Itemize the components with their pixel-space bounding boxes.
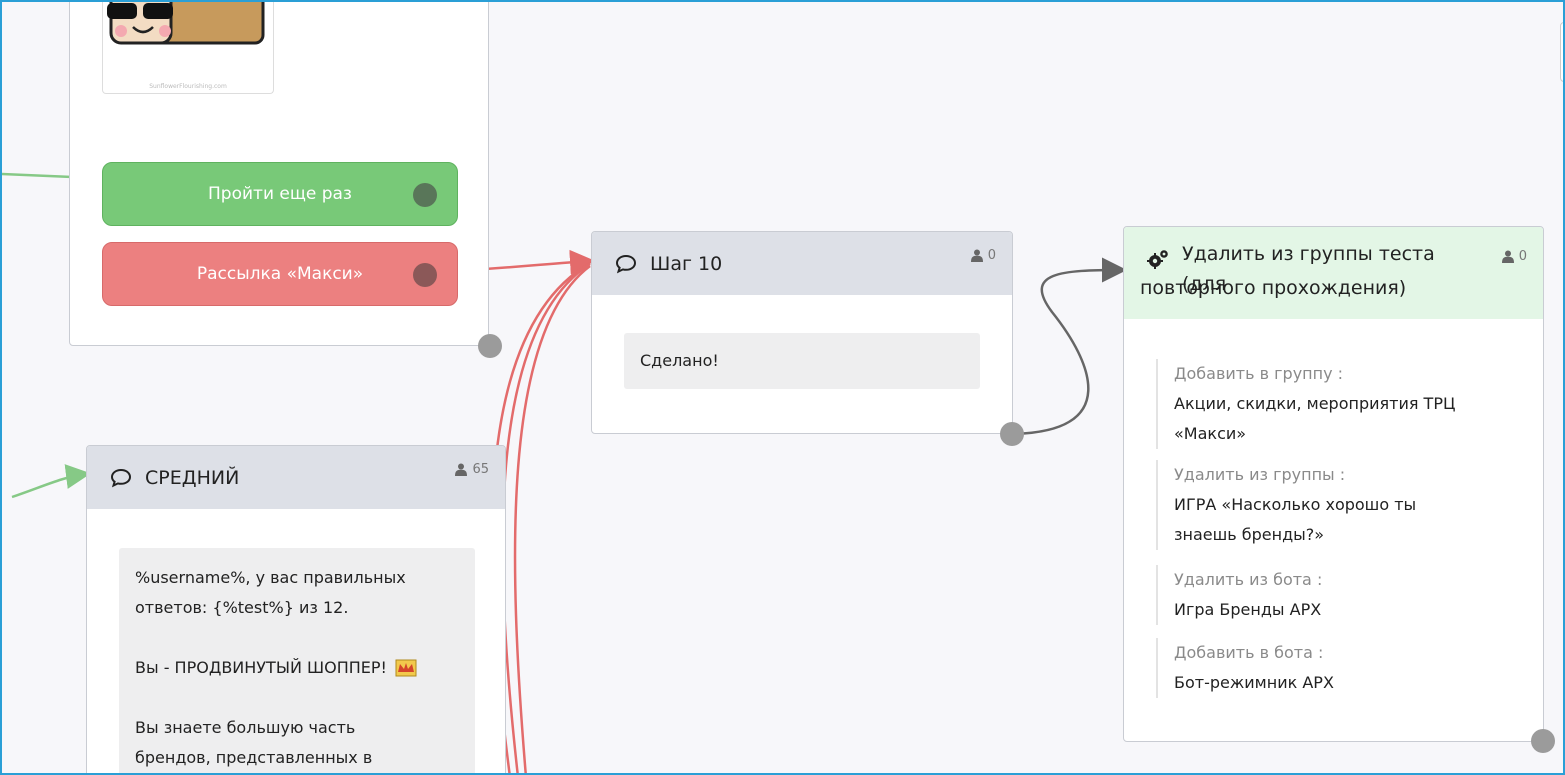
speech-bubble-icon [110, 468, 132, 487]
node-action[interactable]: Удалить из группы теста (для повторного … [1123, 226, 1544, 742]
node-step10-count: 0 [987, 248, 996, 263]
action-label: Удалить из бота : [1174, 570, 1323, 589]
link-red-b [501, 262, 591, 773]
action-label: Удалить из группы : [1174, 465, 1346, 484]
node-medium-title: СРЕДНИЙ [145, 466, 240, 489]
node-action-output-port[interactable] [1531, 729, 1555, 753]
mailing-maxi-button[interactable]: Рассылка «Макси» [102, 242, 458, 306]
node-medium[interactable]: СРЕДНИЙ 65 %username%, у вас правильных … [86, 445, 506, 773]
node-image: SunflowerFlourishing.com [102, 2, 274, 94]
action-label: Добавить в бота : [1174, 643, 1324, 662]
message-line: брендов, представленных в [135, 748, 373, 767]
message-line [135, 683, 459, 713]
action-value: Акции, скидки, мероприятия ТРЦ [1174, 394, 1456, 413]
message-line: Вы знаете большую часть [135, 718, 356, 737]
action-add-to-bot: Добавить в бота : Бот-режимник АРХ [1156, 638, 1516, 698]
action-value: Игра Бренды АРХ [1174, 600, 1322, 619]
flow-canvas[interactable]: SunflowerFlourishing.com Пройти еще раз … [0, 0, 1565, 775]
action-label: Добавить в группу : [1174, 364, 1344, 383]
action-value: Бот-режимник АРХ [1174, 673, 1334, 692]
action-value: «Макси» [1174, 424, 1247, 443]
message-line: %username%, у вас правильных [135, 568, 406, 587]
node-medium-counter: 65 [455, 462, 489, 477]
node-buttons[interactable]: SunflowerFlourishing.com Пройти еще раз … [69, 2, 489, 346]
action-value: знаешь бренды?» [1174, 525, 1325, 544]
node-medium-header[interactable]: СРЕДНИЙ [87, 446, 505, 509]
user-icon [455, 463, 468, 476]
message-line-with-emoji: Вы - ПРОДВИНУТЫЙ ШОППЕР! [135, 653, 459, 683]
node-action-counter: 0 [1501, 249, 1527, 264]
action-add-to-group: Добавить в группу : Акции, скидки, мероп… [1156, 359, 1516, 449]
node-step10-output-port[interactable] [1000, 422, 1024, 446]
link-step10-to-action [1011, 257, 1127, 436]
svg-text:SunflowerFlourishing.com: SunflowerFlourishing.com [149, 83, 227, 90]
crown-emoji [395, 659, 417, 677]
retry-button-label: Пройти еще раз [208, 184, 352, 204]
node-step10-title: Шаг 10 [650, 252, 723, 275]
node-step10-header[interactable]: Шаг 10 [592, 232, 1012, 295]
user-icon [970, 249, 983, 262]
message-line [135, 623, 459, 653]
node-step10[interactable]: Шаг 10 0 Сделано! [591, 231, 1013, 434]
node-medium-message: %username%, у вас правильных ответов: {%… [119, 548, 475, 773]
link-red-a [490, 261, 591, 773]
retry-button[interactable]: Пройти еще раз [102, 162, 458, 226]
toolbar-edge[interactable] [1560, 22, 1563, 82]
node-medium-count: 65 [472, 462, 489, 477]
user-icon [1501, 250, 1514, 263]
link-into-medium [11, 464, 91, 499]
link-red-c [513, 265, 591, 773]
message-line: Вы - ПРОДВИНУТЫЙ ШОППЕР! [135, 658, 387, 677]
node-step10-message-text: Сделано! [640, 351, 719, 370]
action-value: ИГРА «Насколько хорошо ты [1174, 495, 1417, 514]
mailing-maxi-button-label: Рассылка «Макси» [196, 264, 364, 284]
mailing-maxi-button-port[interactable] [413, 263, 437, 287]
node-action-title-line2: повторного прохождения) [1140, 277, 1407, 299]
retry-button-port[interactable] [413, 183, 437, 207]
action-remove-from-bot: Удалить из бота : Игра Бренды АРХ [1156, 565, 1516, 625]
speech-bubble-icon [615, 254, 637, 273]
message-line: ответов: {%test%} из 12. [135, 598, 349, 617]
action-remove-from-group: Удалить из группы : ИГРА «Насколько хоро… [1156, 460, 1516, 550]
node-action-count: 0 [1518, 249, 1527, 264]
cartoon-box-face-image: SunflowerFlourishing.com [107, 2, 265, 90]
node-step10-counter: 0 [970, 248, 996, 263]
node-step10-message: Сделано! [624, 333, 980, 389]
node-buttons-output-port[interactable] [478, 334, 502, 358]
